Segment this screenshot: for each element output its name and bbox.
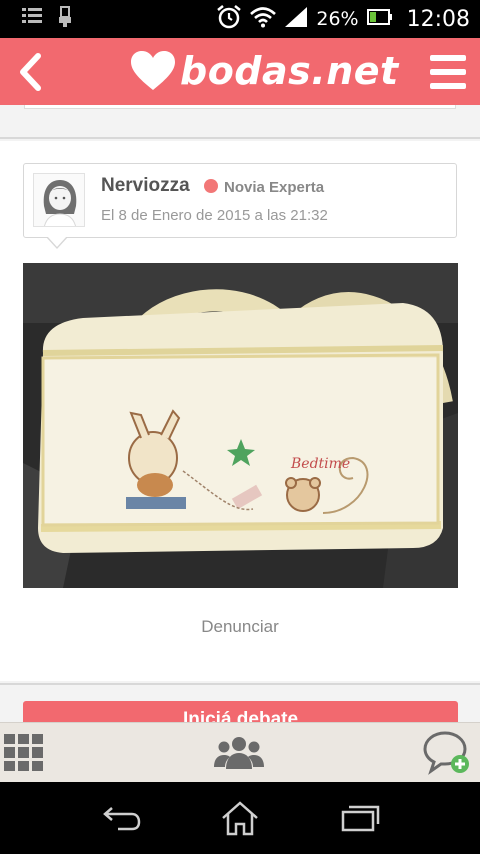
status-bar: 26% 12:08 <box>0 0 480 38</box>
new-chat-button[interactable] <box>422 731 472 775</box>
previous-post-card <box>24 105 456 109</box>
nav-recent-button[interactable] <box>336 796 384 840</box>
svg-text:Bedtime: Bedtime <box>290 456 350 472</box>
divider <box>0 683 480 685</box>
bottom-toolbar <box>0 722 480 782</box>
divider <box>0 137 480 139</box>
battery-percent: 26% <box>316 8 359 30</box>
post-card: Nerviozza Novia Experta El 8 de Enero de… <box>0 141 480 681</box>
author-rank: Novia Experta <box>224 179 325 196</box>
screen: 26% 12:08 bodas.net Nerviozza Novia Expe… <box>0 0 480 854</box>
back-arrow-icon <box>103 807 141 831</box>
logo-text: bodas.net <box>180 49 399 93</box>
wifi-icon <box>250 6 277 33</box>
hamburger-icon-line <box>430 83 466 89</box>
chevron-left-icon <box>20 53 41 91</box>
hamburger-icon-line <box>430 69 466 75</box>
alarm-icon <box>216 4 242 35</box>
author-name[interactable]: Nerviozza <box>101 175 190 197</box>
usb-icon <box>58 5 72 33</box>
community-button[interactable] <box>212 731 266 775</box>
author-box[interactable]: Nerviozza Novia Experta El 8 de Enero de… <box>23 163 457 249</box>
post-image[interactable]: Bedtime <box>23 263 458 588</box>
group-icon <box>214 737 264 769</box>
start-debate-button[interactable]: Iniciá debate <box>23 701 458 722</box>
post-date: El 8 de Enero de 2015 a las 21:32 <box>101 207 328 224</box>
grid-menu-button[interactable] <box>2 731 46 775</box>
avatar[interactable] <box>33 173 85 227</box>
nav-home-button[interactable] <box>216 796 264 840</box>
clock: 12:08 <box>406 6 470 32</box>
recent-apps-icon <box>341 805 380 832</box>
home-icon <box>222 801 258 836</box>
signal-icon <box>284 6 308 33</box>
chat-add-icon <box>423 731 469 775</box>
nav-back-button[interactable] <box>98 796 146 840</box>
report-link[interactable]: Denunciar <box>0 617 480 637</box>
notification-list-icon <box>22 7 44 32</box>
avatar-image <box>34 174 84 226</box>
menu-button[interactable] <box>428 52 468 92</box>
system-nav-bar <box>0 782 480 854</box>
forum-content[interactable]: Nerviozza Novia Experta El 8 de Enero de… <box>0 105 480 722</box>
online-status-dot <box>204 179 218 193</box>
heart-logo-icon <box>131 51 175 90</box>
hamburger-icon <box>430 55 466 61</box>
battery-icon <box>366 8 393 31</box>
grid-icon <box>4 734 43 771</box>
back-button[interactable] <box>10 46 50 98</box>
logo[interactable]: bodas.net <box>130 45 399 97</box>
app-header: bodas.net <box>0 38 480 105</box>
